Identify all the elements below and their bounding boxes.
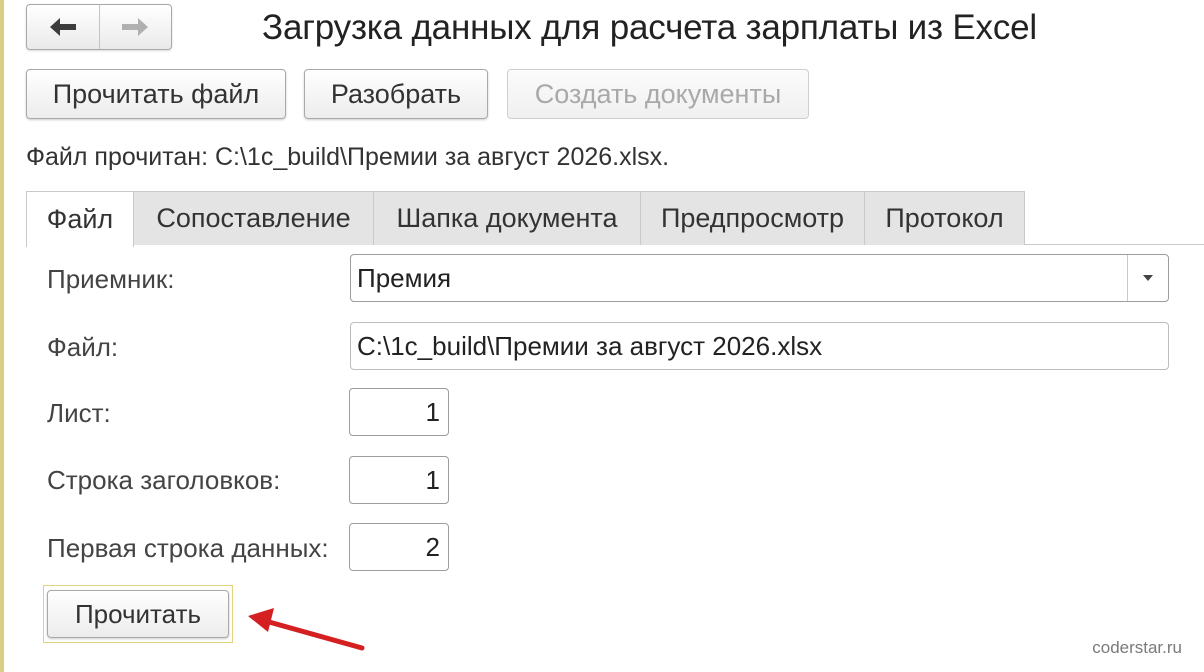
read-button-highlight: Прочитать bbox=[43, 585, 233, 643]
page-title: Загрузка данных для расчета зарплаты из … bbox=[262, 8, 1037, 47]
sheet-label: Лист: bbox=[47, 398, 111, 428]
file-label: Файл: bbox=[47, 332, 119, 362]
tab-preview[interactable]: Предпросмотр bbox=[640, 191, 865, 245]
annotation-arrow-icon bbox=[248, 608, 365, 651]
first-data-row-label: Первая строка данных: bbox=[47, 533, 329, 563]
receiver-value: Премия bbox=[357, 262, 452, 293]
tab-log[interactable]: Протокол bbox=[864, 191, 1025, 245]
chevron-down-icon bbox=[1143, 275, 1153, 281]
tab-mapping[interactable]: Сопоставление bbox=[133, 191, 374, 245]
create-documents-button[interactable]: Создать документы bbox=[507, 69, 809, 119]
file-path-input[interactable]: C:\1c_build\Премии за август 2026.xlsx bbox=[350, 322, 1169, 370]
receiver-select[interactable]: Премия bbox=[350, 254, 1169, 302]
file-path-value: C:\1c_build\Премии за август 2026.xlsx bbox=[357, 330, 823, 361]
history-navigation bbox=[26, 4, 172, 50]
receiver-dropdown-button[interactable] bbox=[1127, 255, 1168, 301]
parse-button[interactable]: Разобрать bbox=[304, 69, 488, 119]
receiver-label: Приемник: bbox=[47, 264, 175, 294]
read-file-button[interactable]: Прочитать файл bbox=[26, 69, 286, 119]
first-data-row-input[interactable]: 2 bbox=[349, 523, 449, 571]
read-button[interactable]: Прочитать bbox=[47, 590, 229, 638]
forward-button[interactable] bbox=[98, 5, 172, 49]
header-row-input[interactable]: 1 bbox=[349, 456, 449, 504]
watermark: coderstar.ru bbox=[1092, 638, 1182, 657]
status-message: Файл прочитан: C:\1c_build\Премии за авг… bbox=[26, 143, 670, 171]
back-button[interactable] bbox=[27, 5, 99, 49]
left-accent-stripe bbox=[0, 0, 4, 672]
arrow-left-icon bbox=[49, 18, 76, 36]
tab-file[interactable]: Файл bbox=[26, 191, 134, 247]
tab-document-header[interactable]: Шапка документа bbox=[373, 191, 641, 245]
header-row-label: Строка заголовков: bbox=[47, 465, 281, 495]
sheet-number-input[interactable]: 1 bbox=[349, 388, 449, 436]
arrow-right-icon bbox=[122, 18, 149, 36]
